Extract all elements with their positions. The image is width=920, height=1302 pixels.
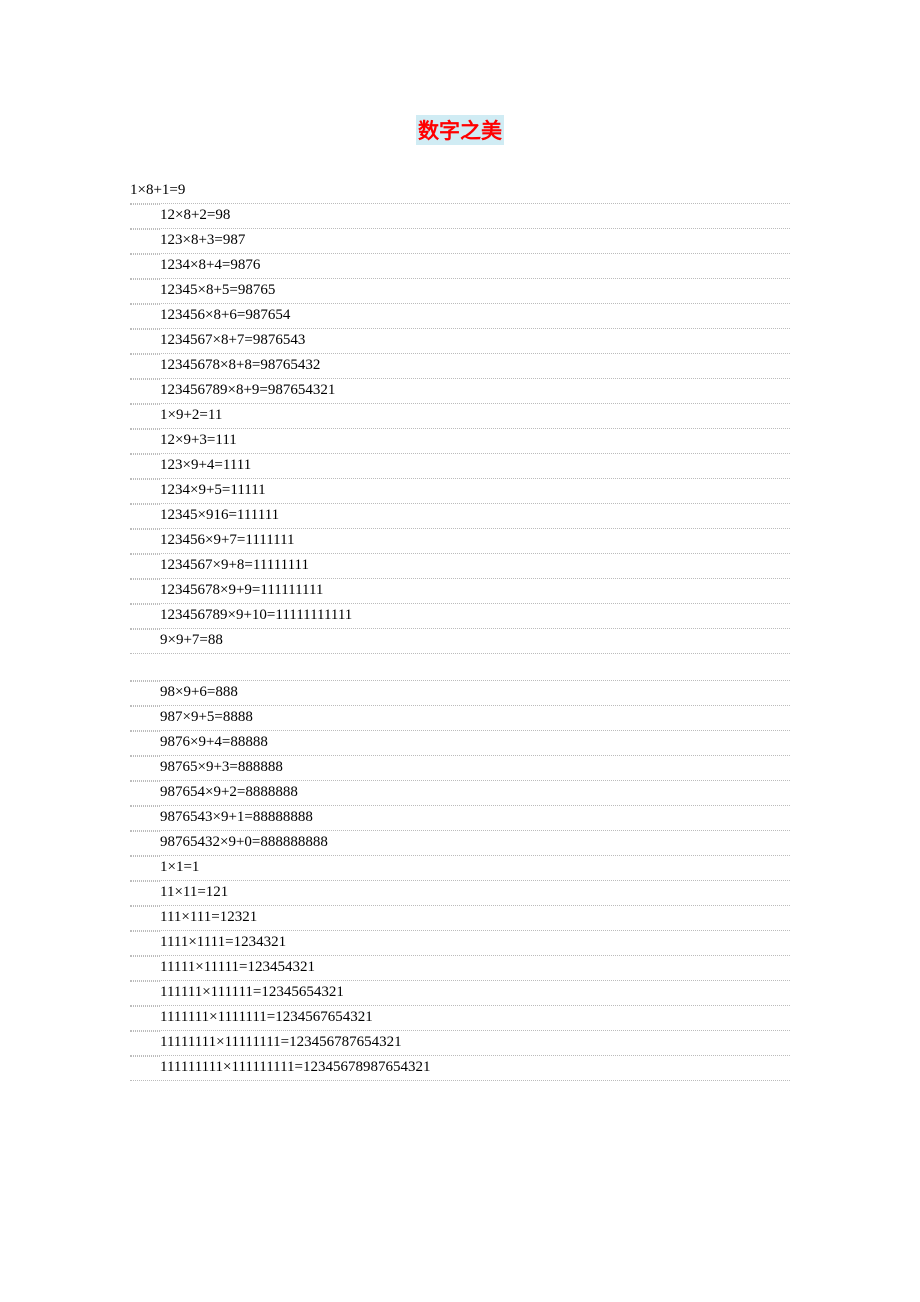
equation-line: 12345678×9+9=111111111	[130, 579, 790, 604]
equation-line: 12345×8+5=98765	[130, 279, 790, 304]
equation-line: 12345×916=111111	[130, 504, 790, 529]
equation-line: 1×1=1	[130, 856, 790, 881]
equation-line: 1×8+1=9	[130, 179, 790, 204]
blank-line	[130, 654, 790, 681]
equation-line: 11×11=121	[130, 881, 790, 906]
equation-line: 123456×9+7=1111111	[130, 529, 790, 554]
equation-line: 1111111×1111111=1234567654321	[130, 1006, 790, 1031]
equation-line: 111111111×111111111=12345678987654321	[130, 1056, 790, 1081]
equation-line: 1234567×9+8=11111111	[130, 554, 790, 579]
equation-line: 11111111×11111111=123456787654321	[130, 1031, 790, 1056]
equation-line: 111×111=12321	[130, 906, 790, 931]
equation-line: 98765×9+3=888888	[130, 756, 790, 781]
equation-line: 1234567×8+7=9876543	[130, 329, 790, 354]
equation-line: 11111×11111=123454321	[130, 956, 790, 981]
equation-line: 98×9+6=888	[130, 681, 790, 706]
equation-line: 12×9+3=111	[130, 429, 790, 454]
equation-line: 12×8+2=98	[130, 204, 790, 229]
page-title: 数字之美	[416, 115, 504, 145]
equation-line: 123456×8+6=987654	[130, 304, 790, 329]
equation-line: 123456789×9+10=11111111111	[130, 604, 790, 629]
equation-line: 1234×9+5=11111	[130, 479, 790, 504]
equation-line: 987×9+5=8888	[130, 706, 790, 731]
equation-line: 111111×111111=12345654321	[130, 981, 790, 1006]
document-page: 数字之美 1×8+1=912×8+2=98123×8+3=9871234×8+4…	[0, 0, 920, 1081]
equation-line: 9876×9+4=88888	[130, 731, 790, 756]
equation-line: 987654×9+2=8888888	[130, 781, 790, 806]
equation-line: 9876543×9+1=88888888	[130, 806, 790, 831]
equation-line: 9×9+7=88	[130, 629, 790, 654]
equation-line: 123×8+3=987	[130, 229, 790, 254]
equation-line: 12345678×8+8=98765432	[130, 354, 790, 379]
equation-line: 1111×1111=1234321	[130, 931, 790, 956]
equation-line: 1234×8+4=9876	[130, 254, 790, 279]
equation-line: 98765432×9+0=888888888	[130, 831, 790, 856]
title-wrap: 数字之美	[130, 115, 790, 167]
equation-line: 1×9+2=11	[130, 404, 790, 429]
equation-line: 123×9+4=1111	[130, 454, 790, 479]
equation-line: 123456789×8+9=987654321	[130, 379, 790, 404]
content-list: 1×8+1=912×8+2=98123×8+3=9871234×8+4=9876…	[130, 179, 790, 1081]
